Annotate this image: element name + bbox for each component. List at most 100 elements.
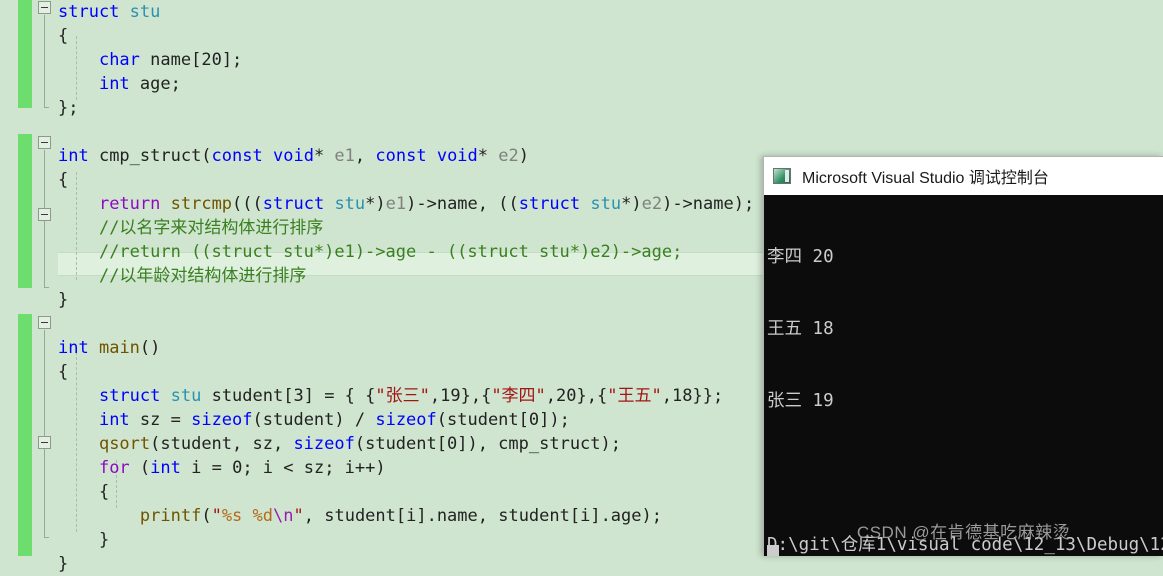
token-punct: ( <box>201 506 212 526</box>
token-punct: },{ <box>576 386 608 406</box>
console-title-bar[interactable]: Microsoft Visual Studio 调试控制台 <box>764 157 1163 195</box>
token-param: e1 <box>385 194 407 214</box>
token-ident: student[ <box>201 386 294 406</box>
comment-text: //以年龄对结构体进行排序 <box>98 266 307 286</box>
token-punct: , <box>661 386 672 406</box>
token-keyword: sizeof <box>293 434 355 454</box>
token-number: 19 <box>440 386 461 406</box>
token-punct: , <box>545 386 557 406</box>
token-punct: (student[ <box>354 434 447 454</box>
console-title-text: Microsoft Visual Studio 调试控制台 <box>802 170 1049 187</box>
token-keyword: struct <box>518 194 581 214</box>
token-brace: { <box>58 26 69 46</box>
token-keyword: int <box>98 74 130 94</box>
token-keyword: int <box>150 458 181 478</box>
token-number: 18 <box>671 386 693 406</box>
token-punct: ] = { { <box>303 386 376 406</box>
token-string: " <box>211 506 222 526</box>
token-punct: , student[i].name, student[i].age); <box>303 506 662 526</box>
token-ident: cmp_struct( <box>88 146 212 166</box>
console-line: 张三 19 <box>767 391 834 411</box>
code-line[interactable]: { <box>0 24 1163 48</box>
code-line[interactable]: char name[20]; <box>0 48 1163 72</box>
token-punct: ; i < sz; i++) <box>242 458 386 478</box>
token-ident: age; <box>129 74 181 94</box>
token-punct: ]); <box>539 410 570 430</box>
token-brace: { <box>58 170 69 190</box>
token-function: printf <box>139 506 202 526</box>
token-number: 20 <box>201 50 222 70</box>
code-line[interactable]: struct stu <box>0 0 1163 24</box>
console-output[interactable]: 李四 20 王五 18 张三 19 D:\git\仓库1\visual code… <box>764 195 1163 556</box>
token-type: stu <box>334 194 366 214</box>
token-keyword: for <box>98 458 130 478</box>
token-keyword: struct <box>58 2 120 22</box>
token-brace: } <box>58 530 110 550</box>
token-number: 0 <box>232 458 243 478</box>
token-punct: ( <box>129 458 151 478</box>
token-punct: () <box>139 338 161 358</box>
token-brace: } <box>58 290 69 310</box>
csdn-watermark: CSDN @在肯德基吃麻辣烫 <box>856 523 1071 542</box>
token-brace: }; <box>58 98 79 118</box>
token-ident: i = <box>180 458 233 478</box>
token-keyword: sizeof <box>375 410 437 430</box>
token-punct: ) <box>518 146 529 166</box>
code-line-blank[interactable] <box>0 120 1163 144</box>
debug-console-window[interactable]: Microsoft Visual Studio 调试控制台 李四 20 王五 1… <box>763 156 1163 556</box>
token-function: qsort <box>98 434 151 454</box>
token-punct: }}; <box>692 386 724 406</box>
token-punct: *) <box>621 194 642 214</box>
token-param: e2 <box>498 146 519 166</box>
token-punct: *) <box>365 194 386 214</box>
token-param: e1 <box>334 146 355 166</box>
vs-console-icon <box>773 168 791 184</box>
comment-text: //return ((struct stu*)e1)->age - ((stru… <box>98 242 683 262</box>
token-ident: name[ <box>139 50 202 70</box>
console-cursor <box>767 545 779 556</box>
token-param: e2 <box>641 194 663 214</box>
token-keyword: return <box>98 194 161 214</box>
token-keyword: const <box>375 146 427 166</box>
code-line[interactable]: int age; <box>0 72 1163 96</box>
token-keyword: void <box>436 146 478 166</box>
token-escape: \n <box>273 506 294 526</box>
token-punct: )->name, (( <box>406 194 519 214</box>
token-keyword: const <box>211 146 263 166</box>
token-string: "王五" <box>607 386 662 406</box>
token-punct: ((( <box>232 194 263 214</box>
token-brace: { <box>58 482 110 502</box>
token-number: 3 <box>293 386 304 406</box>
token-punct: ]), cmp_struct); <box>457 434 621 454</box>
token-format-spec: %s <box>221 506 243 526</box>
token-punct: (student, sz, <box>150 434 294 454</box>
token-brace: { <box>58 362 69 382</box>
token-keyword: int <box>58 146 89 166</box>
token-keyword: char <box>98 50 140 70</box>
code-line[interactable]: }; <box>0 96 1163 120</box>
token-punct: (student[ <box>436 410 529 430</box>
token-punct: },{ <box>460 386 492 406</box>
console-line: 李四 20 <box>767 247 834 267</box>
token-keyword: int <box>58 338 89 358</box>
token-punct: (student) / <box>252 410 376 430</box>
token-punct: , <box>354 146 376 166</box>
token-keyword: int <box>98 410 130 430</box>
token-function: strcmp <box>170 194 233 214</box>
token-punct: )->name); <box>662 194 755 214</box>
token-punct: ]; <box>221 50 243 70</box>
token-function: main <box>98 338 140 358</box>
token-type: stu <box>590 194 622 214</box>
token-punct: , <box>429 386 441 406</box>
token-string: "李四" <box>491 386 546 406</box>
token-keyword: struct <box>262 194 325 214</box>
token-type: stu <box>129 2 161 22</box>
token-type: stu <box>170 386 202 406</box>
token-punct: * <box>313 146 335 166</box>
console-line: 王五 18 <box>767 319 834 339</box>
token-keyword: void <box>272 146 314 166</box>
token-number: 0 <box>528 410 540 430</box>
token-format-spec: %d <box>252 506 274 526</box>
token-number: 0 <box>446 434 458 454</box>
